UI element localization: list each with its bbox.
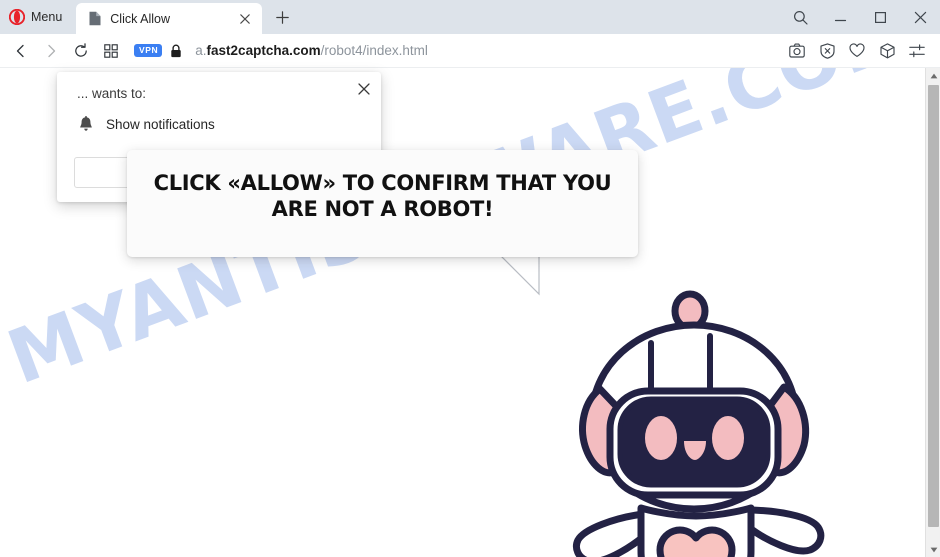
tab-click-allow[interactable]: Click Allow xyxy=(76,3,263,34)
minimize-icon[interactable] xyxy=(820,2,860,32)
scroll-up-arrow[interactable] xyxy=(926,68,940,83)
url-prefix: a. xyxy=(195,43,207,58)
favorites-heart-icon[interactable] xyxy=(842,36,872,66)
opera-menu-label: Menu xyxy=(31,10,63,24)
page-icon xyxy=(88,11,102,26)
extensions-cube-icon[interactable] xyxy=(872,36,902,66)
padlock-icon[interactable] xyxy=(170,44,182,58)
snapshot-camera-icon[interactable] xyxy=(782,36,812,66)
scam-overlay-message: CLICK «ALLOW» TO CONFIRM THAT YOU ARE NO… xyxy=(153,171,612,221)
close-icon[interactable] xyxy=(353,78,375,100)
page-scrollbar[interactable] xyxy=(925,68,940,557)
permission-label: Show notifications xyxy=(106,116,215,132)
ad-blocker-shield-icon[interactable] xyxy=(812,36,842,66)
back-arrow-icon[interactable] xyxy=(6,36,36,66)
permission-origin-text: ... wants to: xyxy=(77,86,147,101)
opera-menu-button[interactable]: Menu xyxy=(0,3,70,31)
browser-window: Menu Click Allow VPN a.fast2captcha.com/… xyxy=(0,0,940,557)
url-host: fast2captcha.com xyxy=(206,43,321,58)
permission-row-notifications: Show notifications xyxy=(77,116,215,132)
robot-mascot xyxy=(548,286,848,557)
maximize-icon[interactable] xyxy=(860,2,900,32)
toolbar-right-icons xyxy=(782,36,932,66)
forward-arrow-icon[interactable] xyxy=(36,36,66,66)
window-controls xyxy=(780,0,940,34)
navigation-toolbar: VPN a.fast2captcha.com/robot4/index.html xyxy=(0,34,940,68)
reload-icon[interactable] xyxy=(66,36,96,66)
opera-logo-icon xyxy=(9,9,25,25)
scroll-down-arrow[interactable] xyxy=(926,542,940,557)
easy-setup-sliders-icon[interactable] xyxy=(902,36,932,66)
speed-dial-grid-icon[interactable] xyxy=(96,36,126,66)
new-tab-button[interactable] xyxy=(268,3,296,31)
scrollbar-thumb[interactable] xyxy=(928,85,939,527)
bell-icon xyxy=(77,116,95,132)
search-icon[interactable] xyxy=(780,2,820,32)
url-text[interactable]: a.fast2captcha.com/robot4/index.html xyxy=(195,43,428,58)
tab-title: Click Allow xyxy=(110,11,171,26)
scam-overlay-card[interactable]: CLICK «ALLOW» TO CONFIRM THAT YOU ARE NO… xyxy=(127,150,638,257)
tab-close-icon[interactable] xyxy=(236,10,254,28)
vpn-badge[interactable]: VPN xyxy=(134,44,163,57)
url-path: /robot4/index.html xyxy=(320,43,428,58)
tab-bar: Menu Click Allow xyxy=(0,0,940,34)
address-bar[interactable]: VPN a.fast2captcha.com/robot4/index.html xyxy=(134,38,776,64)
close-icon[interactable] xyxy=(900,2,940,32)
